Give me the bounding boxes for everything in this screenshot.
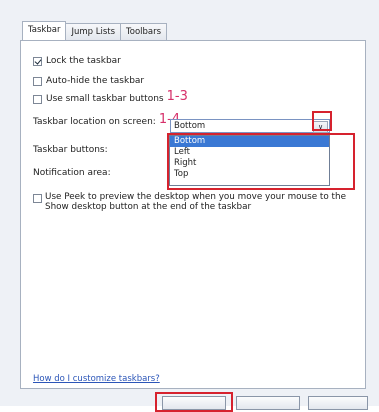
lock-taskbar-option[interactable]: Lock the taskbar (33, 56, 121, 66)
notification-area-label: Notification area: (33, 168, 111, 178)
annotation-step-1-3: 1-3 (166, 88, 188, 104)
cancel-button[interactable] (236, 396, 300, 410)
taskbar-tab-panel: Lock the taskbar Auto-hide the taskbar U… (20, 40, 366, 389)
taskbar-buttons-row: Taskbar buttons: (33, 145, 108, 155)
taskbar-properties-window: Taskbar Jump Lists Toolbars Lock the tas… (0, 0, 379, 412)
callout-box-ok-button (155, 392, 233, 412)
callout-box-dropdown-arrow (312, 111, 332, 131)
peek-checkbox[interactable] (33, 194, 42, 203)
peek-label: Use Peek to preview the desktop when you… (45, 192, 346, 212)
taskbar-buttons-label: Taskbar buttons: (33, 145, 108, 155)
customize-taskbars-help-link[interactable]: How do I customize taskbars? (33, 374, 160, 384)
location-label: Taskbar location on screen: (33, 117, 156, 127)
auto-hide-option[interactable]: Auto-hide the taskbar (33, 76, 144, 86)
taskbar-location-select[interactable]: Bottom ∨ (170, 119, 330, 133)
callout-box-dropdown-list (167, 133, 355, 190)
tab-taskbar[interactable]: Taskbar (22, 21, 67, 40)
small-buttons-checkbox[interactable] (33, 94, 42, 104)
lock-taskbar-checkbox[interactable] (33, 56, 42, 66)
apply-button[interactable] (308, 396, 368, 410)
lock-taskbar-label: Lock the taskbar (46, 56, 121, 66)
tab-jump-lists[interactable]: Jump Lists (65, 23, 122, 40)
small-buttons-label: Use small taskbar buttons (46, 94, 164, 104)
location-selected-value: Bottom (174, 121, 206, 131)
notification-area-row: Notification area: (33, 168, 111, 178)
auto-hide-checkbox[interactable] (33, 76, 42, 86)
location-row: Taskbar location on screen: 1-4 (33, 112, 180, 128)
auto-hide-label: Auto-hide the taskbar (46, 76, 145, 86)
tab-toolbars[interactable]: Toolbars (120, 23, 168, 40)
tab-strip: Taskbar Jump Lists Toolbars (22, 21, 168, 41)
small-buttons-option[interactable]: Use small taskbar buttons 1-3 (33, 89, 188, 104)
